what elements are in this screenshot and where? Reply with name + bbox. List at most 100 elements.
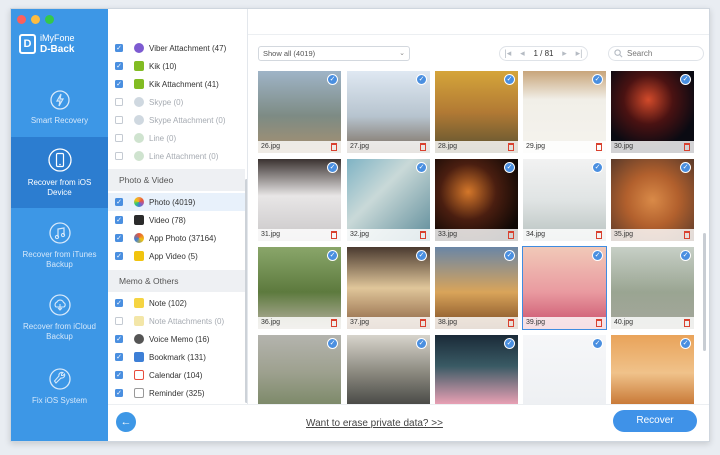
checkbox[interactable]: ✓ xyxy=(115,44,123,52)
category-kik[interactable]: ✓ Kik (10) xyxy=(108,57,245,75)
photo-thumbnail[interactable]: ✓ 32.jpg xyxy=(347,159,430,241)
sidebar-item-recover-icloud[interactable]: Recover from iCloud Backup xyxy=(11,287,108,353)
category-skype[interactable]: Skype (0) xyxy=(108,93,245,111)
checkmark-icon[interactable]: ✓ xyxy=(327,74,338,85)
category-app-video[interactable]: ✓ App Video (5) xyxy=(108,247,245,265)
category-line-attachment[interactable]: Line Attachment (0) xyxy=(108,147,245,165)
checkmark-icon[interactable]: ✓ xyxy=(416,74,427,85)
photo-thumbnail[interactable]: ✓ 26.jpg xyxy=(258,71,341,153)
trash-icon[interactable] xyxy=(508,143,514,151)
checkmark-icon[interactable]: ✓ xyxy=(592,250,603,261)
checkbox[interactable]: ✓ xyxy=(115,389,123,397)
photo-thumbnail[interactable]: ✓ 27.jpg xyxy=(347,71,430,153)
zoom-window-button[interactable] xyxy=(45,15,54,24)
category-skype-attachment[interactable]: Skype Attachment (0) xyxy=(108,111,245,129)
back-button[interactable]: ← xyxy=(116,412,136,432)
checkbox[interactable]: ✓ xyxy=(115,198,123,206)
checkmark-icon[interactable]: ✓ xyxy=(592,162,603,173)
checkbox[interactable] xyxy=(115,134,123,142)
category-kik-attachment[interactable]: ✓ Kik Attachment (41) xyxy=(108,75,245,93)
close-window-button[interactable] xyxy=(17,15,26,24)
checkmark-icon[interactable]: ✓ xyxy=(680,162,691,173)
sidebar-item-smart-recovery[interactable]: Smart Recovery xyxy=(11,83,108,137)
checkbox[interactable]: ✓ xyxy=(115,216,123,224)
checkmark-icon[interactable]: ✓ xyxy=(680,250,691,261)
trash-icon[interactable] xyxy=(508,319,514,327)
trash-icon[interactable] xyxy=(331,143,337,151)
trash-icon[interactable] xyxy=(420,143,426,151)
checkbox[interactable]: ✓ xyxy=(115,252,123,260)
photo-thumbnail[interactable]: ✓ 35.jpg xyxy=(611,159,694,241)
sidebar-item-recover-ios[interactable]: Recover from iOS Device xyxy=(11,137,108,208)
checkmark-icon[interactable]: ✓ xyxy=(416,162,427,173)
photo-thumbnail[interactable]: ✓ xyxy=(523,335,606,404)
photo-thumbnail[interactable]: ✓ xyxy=(258,335,341,404)
trash-icon[interactable] xyxy=(420,319,426,327)
trash-icon[interactable] xyxy=(596,143,602,151)
search-input[interactable] xyxy=(627,49,697,58)
checkmark-icon[interactable]: ✓ xyxy=(416,338,427,349)
category-app-photo[interactable]: ✓ App Photo (37164) xyxy=(108,229,245,247)
photo-thumbnail[interactable]: ✓ 37.jpg xyxy=(347,247,430,329)
recover-button[interactable]: Recover xyxy=(613,410,697,432)
trash-icon[interactable] xyxy=(596,231,602,239)
category-viber-attachment[interactable]: ✓ Viber Attachment (47) xyxy=(108,39,245,57)
photo-thumbnail[interactable]: ✓ 30.jpg xyxy=(611,71,694,153)
photo-grid-scrollbar[interactable] xyxy=(703,233,706,351)
checkbox[interactable]: ✓ xyxy=(115,80,123,88)
photo-thumbnail[interactable]: ✓ 39.jpg xyxy=(522,246,607,330)
photo-thumbnail[interactable]: ✓ 31.jpg xyxy=(258,159,341,241)
photo-thumbnail[interactable]: ✓ 29.jpg xyxy=(523,71,606,153)
next-page-icon[interactable]: ▸ xyxy=(562,48,567,59)
checkbox[interactable] xyxy=(115,98,123,106)
search-box[interactable] xyxy=(608,46,704,61)
trash-icon[interactable] xyxy=(420,231,426,239)
category-line[interactable]: Line (0) xyxy=(108,129,245,147)
checkmark-icon[interactable]: ✓ xyxy=(327,338,338,349)
checkmark-icon[interactable]: ✓ xyxy=(504,250,515,261)
category-note[interactable]: ✓ Note (102) xyxy=(108,294,245,312)
checkmark-icon[interactable]: ✓ xyxy=(592,74,603,85)
sidebar-item-fix-ios[interactable]: Fix iOS System xyxy=(11,361,108,421)
category-calendar[interactable]: ✓ Calendar (104) xyxy=(108,366,245,384)
checkmark-icon[interactable]: ✓ xyxy=(504,338,515,349)
category-reminder[interactable]: ✓ Reminder (325) xyxy=(108,384,245,402)
category-photo[interactable]: ✓ Photo (4019) xyxy=(108,193,245,211)
first-page-icon[interactable]: |◂ xyxy=(504,48,511,59)
checkmark-icon[interactable]: ✓ xyxy=(680,74,691,85)
photo-thumbnail[interactable]: ✓ 36.jpg xyxy=(258,247,341,329)
checkbox[interactable] xyxy=(115,116,123,124)
trash-icon[interactable] xyxy=(684,319,690,327)
checkbox[interactable]: ✓ xyxy=(115,234,123,242)
photo-thumbnail[interactable]: ✓ 40.jpg xyxy=(611,247,694,329)
category-bookmark[interactable]: ✓ Bookmark (131) xyxy=(108,348,245,366)
photo-thumbnail[interactable]: ✓ xyxy=(435,335,518,404)
photo-thumbnail[interactable]: ✓ 28.jpg xyxy=(435,71,518,153)
category-note-attachments[interactable]: Note Attachments (0) xyxy=(108,312,245,330)
trash-icon[interactable] xyxy=(331,319,337,327)
checkmark-icon[interactable]: ✓ xyxy=(327,162,338,173)
minimize-window-button[interactable] xyxy=(31,15,40,24)
filter-dropdown[interactable]: Show all (4019) ⌄ xyxy=(258,46,410,61)
trash-icon[interactable] xyxy=(508,231,514,239)
photo-thumbnail[interactable]: ✓ 33.jpg xyxy=(435,159,518,241)
checkmark-icon[interactable]: ✓ xyxy=(592,338,603,349)
category-voice-memo[interactable]: ✓ Voice Memo (16) xyxy=(108,330,245,348)
prev-page-icon[interactable]: ◂ xyxy=(520,48,525,59)
checkbox[interactable]: ✓ xyxy=(115,371,123,379)
checkbox[interactable] xyxy=(115,152,123,160)
checkmark-icon[interactable]: ✓ xyxy=(504,162,515,173)
trash-icon[interactable] xyxy=(596,319,602,327)
checkbox[interactable]: ✓ xyxy=(115,353,123,361)
checkbox[interactable]: ✓ xyxy=(115,299,123,307)
erase-private-data-link[interactable]: Want to erase private data? >> xyxy=(306,418,443,429)
checkmark-icon[interactable]: ✓ xyxy=(327,250,338,261)
trash-icon[interactable] xyxy=(331,231,337,239)
sidebar-item-recover-itunes[interactable]: Recover from iTunes Backup xyxy=(11,215,108,281)
photo-thumbnail[interactable]: ✓ 38.jpg xyxy=(435,247,518,329)
category-video[interactable]: ✓ Video (78) xyxy=(108,211,245,229)
checkbox[interactable]: ✓ xyxy=(115,62,123,70)
photo-thumbnail[interactable]: ✓ 34.jpg xyxy=(523,159,606,241)
checkmark-icon[interactable]: ✓ xyxy=(680,338,691,349)
trash-icon[interactable] xyxy=(684,143,690,151)
